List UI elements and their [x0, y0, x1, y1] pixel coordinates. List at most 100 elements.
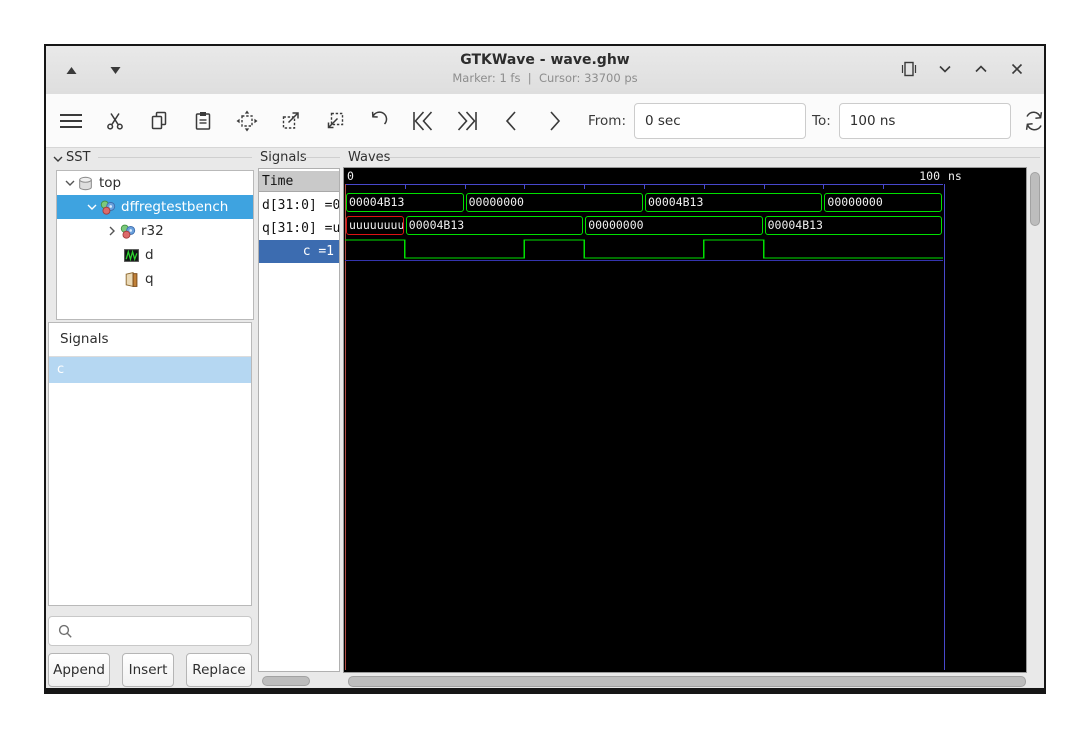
clipboard-paste-icon [195, 111, 211, 130]
search-input[interactable] [77, 622, 251, 640]
replace-button[interactable]: Replace [186, 653, 252, 687]
signal-row-q[interactable]: q[31:0] =uu [259, 217, 339, 240]
skip-to-start-icon [413, 110, 433, 131]
from-label: From: [588, 112, 626, 129]
undo-icon [371, 110, 388, 125]
signal-row-d[interactable]: d[31:0] =00 [259, 194, 339, 217]
close-button[interactable] [1004, 56, 1030, 82]
go-to-end-button[interactable] [450, 102, 484, 140]
signal-row-c[interactable]: c =1 [259, 240, 339, 263]
chevron-right-icon [550, 110, 561, 131]
titlebar: GTKWave - wave.ghw Marker: 1 fs | Cursor… [46, 46, 1044, 95]
waves-hscrollbar[interactable] [348, 676, 1026, 687]
minimize-button[interactable] [932, 56, 958, 82]
tree-item-d[interactable]: d [57, 243, 253, 267]
tree-item-top[interactable]: top [57, 171, 253, 195]
chevron-down-icon [939, 65, 951, 73]
paste-button[interactable] [186, 102, 220, 140]
window-title: GTKWave - wave.ghw [460, 52, 630, 68]
next-edge-button[interactable] [538, 102, 572, 140]
signals-frame-line [304, 157, 340, 158]
cut-button[interactable] [98, 102, 132, 140]
tree-item-dffregtestbench[interactable]: dffregtestbench [57, 195, 253, 219]
to-label: To: [812, 112, 831, 129]
zoom-in-button[interactable] [274, 102, 308, 140]
zoom-in-icon [282, 111, 299, 129]
scissors-icon [107, 112, 123, 130]
copy-icon [151, 111, 167, 129]
bus-value-label: 00004B13 [648, 195, 704, 209]
menu-button[interactable] [54, 102, 88, 140]
append-button[interactable]: Append [48, 653, 110, 687]
close-icon [1011, 63, 1023, 75]
bus-segment: 00000000 [824, 193, 942, 212]
signals-hscrollbar[interactable] [262, 676, 310, 686]
bus-segment: uuuuuuuu [346, 216, 404, 235]
signals-frame-label: Signals [260, 150, 307, 165]
waves-frame-label: Waves [348, 150, 391, 165]
signal-finder-list: Signals c [48, 322, 252, 606]
marker-cursor-status: Marker: 1 fs | Cursor: 33700 ps [452, 71, 638, 85]
copy-button[interactable] [142, 102, 176, 140]
sst-expander-icon[interactable] [52, 154, 64, 164]
design-cylinder-icon [79, 176, 92, 190]
tree-item-r32[interactable]: r32 [57, 219, 253, 243]
to-input[interactable] [838, 102, 1011, 139]
signal-finder-header: Signals [49, 323, 251, 357]
tree-item-q[interactable]: q [57, 267, 253, 291]
signal-search-box [48, 616, 252, 646]
wave-canvas[interactable]: 0 100 ns 00004B13 00000000 00004B13 00000000 uu… [343, 167, 1027, 673]
bus-segment: 00004B13 [645, 193, 823, 212]
previous-edge-button[interactable] [494, 102, 528, 140]
expander-open-icon[interactable] [85, 200, 99, 214]
signals-column: Time d[31:0] =00 q[31:0] =uu c =1 [258, 168, 340, 672]
tree-item-label: q [145, 271, 154, 287]
tree-item-label: dffregtestbench [121, 199, 229, 215]
bus-segment: 00004B13 [405, 216, 584, 235]
from-input[interactable] [634, 102, 806, 139]
search-icon [58, 624, 72, 638]
bus-segment: 00004B13 [346, 193, 464, 212]
module-icon [100, 200, 116, 215]
zoom-fit-button[interactable] [230, 102, 264, 140]
sst-frame-line [98, 157, 252, 158]
zoom-fit-icon [236, 110, 258, 131]
expander-open-icon[interactable] [63, 176, 77, 190]
bus-value-label: 00004B13 [408, 218, 465, 232]
toolbar: From: To: [46, 94, 1044, 148]
restore-window-button[interactable] [896, 56, 922, 82]
skip-to-end-icon [457, 110, 477, 131]
gtkwave-window: GTKWave - wave.ghw Marker: 1 fs | Cursor… [44, 44, 1046, 694]
zoom-out-button[interactable] [318, 102, 352, 140]
waves-vscrollbar-track[interactable] [1030, 170, 1040, 670]
timescale-start-label: 0 [347, 169, 354, 183]
insert-button[interactable]: Insert [122, 653, 174, 687]
tree-item-label: r32 [141, 223, 164, 239]
go-to-start-button[interactable] [406, 102, 440, 140]
signal-wave-icon [124, 248, 139, 262]
undo-button[interactable] [362, 102, 396, 140]
time-tick [823, 185, 825, 189]
time-tick [703, 185, 705, 189]
hamburger-menu-icon [60, 113, 82, 128]
chevron-left-icon [505, 110, 516, 131]
signal-finder-item-c[interactable]: c [49, 357, 251, 383]
chevron-up-icon [975, 65, 987, 73]
reload-button[interactable] [1017, 102, 1051, 140]
module-icon [120, 224, 136, 239]
sst-tree: top dffregtestbench r32 d q [56, 170, 254, 320]
signal-book-icon [125, 271, 138, 287]
bus-segment: 00000000 [585, 216, 763, 235]
bus-value-label: 00004B13 [767, 218, 823, 232]
bus-segment: 00004B13 [764, 216, 942, 235]
time-tick [404, 185, 406, 189]
bus-value-label: 00000000 [588, 218, 644, 232]
maximize-button[interactable] [968, 56, 994, 82]
expander-closed-icon[interactable] [105, 224, 119, 238]
time-tick [464, 185, 466, 189]
waves-frame-line [390, 157, 1040, 158]
time-tick [883, 185, 885, 189]
waves-vscrollbar-thumb[interactable] [1030, 172, 1040, 226]
timescale-end-label: 100 [919, 169, 940, 183]
restore-window-icon [901, 61, 917, 77]
